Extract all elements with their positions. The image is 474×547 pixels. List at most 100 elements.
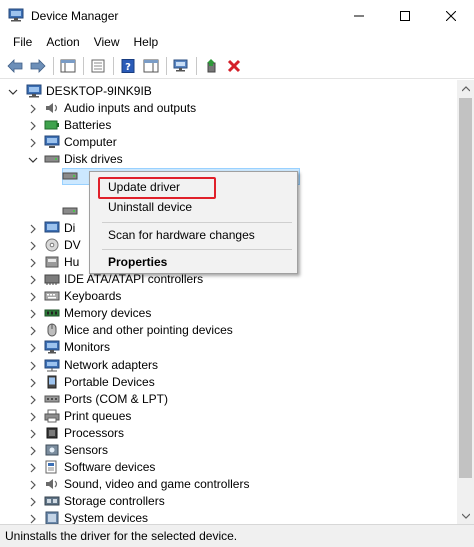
tree-node[interactable]: Sensors — [0, 442, 457, 459]
tree-node-label: Mice and other pointing devices — [64, 323, 233, 338]
menu-view[interactable]: View — [87, 31, 127, 53]
chevron-right-icon — [30, 446, 36, 456]
tree-node[interactable]: Portable Devices — [0, 374, 457, 391]
expand-arrow[interactable] — [28, 463, 38, 473]
tree-node-label: Disk drives — [64, 152, 123, 167]
expand-arrow[interactable] — [28, 395, 38, 405]
chevron-right-icon — [30, 224, 36, 234]
close-icon — [446, 10, 456, 21]
scroll-down-button[interactable] — [457, 507, 474, 524]
chevron-right-icon — [30, 104, 36, 114]
expand-arrow[interactable] — [28, 429, 38, 439]
expand-arrow[interactable] — [28, 138, 38, 148]
chevron-right-icon — [30, 429, 36, 439]
chevron-down-icon — [461, 513, 470, 519]
device-tree[interactable]: DESKTOP-9INK9IB Audio inputs and outputs… — [0, 80, 457, 524]
expand-arrow[interactable] — [28, 258, 38, 268]
minimize-button[interactable] — [336, 0, 382, 31]
expand-arrow[interactable] — [28, 412, 38, 422]
tree-node[interactable]: Memory devices — [0, 305, 457, 322]
toolbar-separator — [83, 56, 84, 75]
menu-separator — [102, 222, 292, 223]
expand-arrow[interactable] — [28, 275, 38, 285]
tree-node[interactable]: Sound, video and game controllers — [0, 476, 457, 493]
collapse-arrow[interactable] — [8, 87, 18, 97]
tree-node[interactable]: Disk drives — [0, 151, 457, 168]
chevron-right-icon — [30, 343, 36, 353]
chevron-down-icon — [28, 157, 38, 164]
tree-node-label: Portable Devices — [64, 374, 155, 389]
expand-arrow[interactable] — [28, 446, 38, 456]
dvd-icon — [45, 238, 59, 252]
properties-button[interactable] — [87, 55, 109, 77]
tree-node[interactable]: Mice and other pointing devices — [0, 322, 457, 339]
chevron-right-icon — [30, 241, 36, 251]
add-driver-icon — [207, 58, 216, 72]
chevron-right-icon — [30, 497, 36, 507]
tree-node[interactable]: Ports (COM & LPT) — [0, 391, 457, 408]
tree-node[interactable]: Processors — [0, 425, 457, 442]
tree-node-label: Sensors — [64, 443, 109, 457]
chevron-right-icon — [30, 395, 36, 405]
expand-arrow[interactable] — [28, 104, 38, 114]
scroll-thumb[interactable] — [459, 98, 472, 478]
properties-menu-item[interactable]: Properties — [108, 254, 167, 271]
expand-arrow[interactable] — [28, 378, 38, 388]
expand-arrow[interactable] — [28, 497, 38, 507]
scan-hardware-menu-item[interactable]: Scan for hardware changes — [108, 227, 255, 244]
monitor-icon — [44, 340, 60, 354]
expand-arrow[interactable] — [28, 241, 38, 251]
tree-node[interactable]: Storage controllers — [0, 493, 457, 510]
tree-node[interactable]: Software devices — [0, 459, 457, 476]
expand-arrow[interactable] — [28, 514, 38, 524]
menu-help[interactable]: Help — [127, 31, 166, 53]
tree-root[interactable]: DESKTOP-9INK9IB — [0, 83, 457, 100]
computer-icon — [44, 135, 60, 149]
back-button[interactable] — [4, 55, 26, 77]
tree-node[interactable]: Print queues — [0, 408, 457, 425]
tree-node[interactable]: Keyboards — [0, 288, 457, 305]
chevron-right-icon — [30, 258, 36, 268]
show-hide-console-tree-button[interactable] — [57, 55, 79, 77]
portable-device-icon — [47, 375, 57, 389]
mouse-icon — [47, 323, 57, 337]
uninstall-device-menu-item[interactable]: Uninstall device — [108, 199, 192, 216]
tree-node[interactable]: Audio inputs and outputs — [0, 100, 457, 117]
maximize-button[interactable] — [382, 0, 428, 31]
expand-arrow[interactable] — [28, 326, 38, 336]
uninstall-button[interactable] — [223, 55, 245, 77]
expand-arrow[interactable] — [28, 309, 38, 319]
expand-arrow[interactable] — [28, 224, 38, 234]
collapse-arrow[interactable] — [28, 155, 38, 165]
tree-node-label: Keyboards — [64, 289, 122, 304]
tree-node[interactable]: System devices — [0, 510, 457, 524]
add-driver-button[interactable] — [200, 55, 222, 77]
scroll-up-button[interactable] — [457, 80, 474, 97]
chevron-right-icon — [30, 480, 36, 490]
toolbar-separator — [113, 56, 114, 75]
vertical-scrollbar[interactable] — [457, 80, 474, 524]
chevron-right-icon — [30, 412, 36, 422]
help-button[interactable]: ? — [117, 55, 139, 77]
sensor-icon — [45, 444, 59, 456]
expand-arrow[interactable] — [28, 121, 38, 131]
tree-node[interactable]: Computer — [0, 134, 457, 151]
tree-node[interactable]: Network adapters — [0, 357, 457, 374]
root-label: DESKTOP-9INK9IB — [46, 84, 152, 98]
tree-node[interactable]: Monitors — [0, 339, 457, 356]
tree-node[interactable]: Batteries — [0, 117, 457, 134]
menu-file[interactable]: File — [6, 31, 39, 53]
menu-bar: File Action View Help — [0, 31, 474, 53]
action-pane-button[interactable] — [140, 55, 162, 77]
update-driver-menu-item[interactable]: Update driver — [108, 179, 180, 196]
expand-arrow[interactable] — [28, 343, 38, 353]
forward-button[interactable] — [27, 55, 49, 77]
computer-icon — [26, 84, 42, 98]
expand-arrow[interactable] — [28, 361, 38, 371]
expand-arrow[interactable] — [28, 292, 38, 302]
scan-hardware-button[interactable] — [170, 55, 192, 77]
expand-arrow[interactable] — [28, 480, 38, 490]
close-button[interactable] — [428, 0, 474, 31]
maximize-icon — [400, 10, 410, 21]
menu-action[interactable]: Action — [39, 31, 86, 53]
